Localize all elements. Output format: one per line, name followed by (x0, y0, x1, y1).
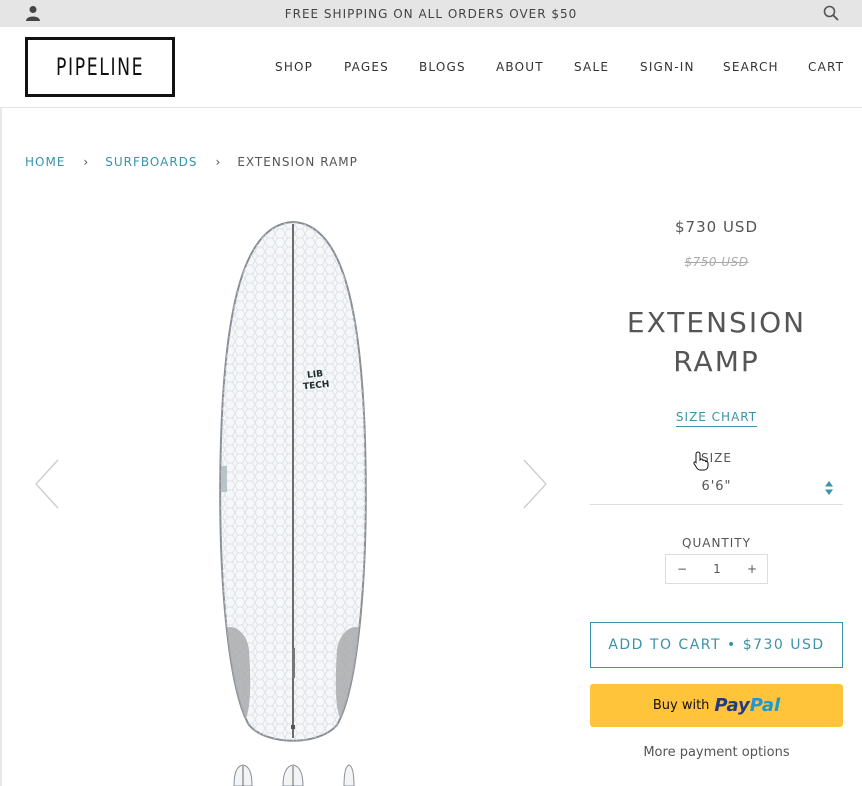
thumbnail-2[interactable] (279, 764, 307, 786)
size-chart-link[interactable]: SIZE CHART (675, 410, 758, 427)
quantity-increase-button[interactable]: + (742, 562, 762, 576)
breadcrumb-surfboards[interactable]: SURFBOARDS (105, 155, 197, 169)
search-icon[interactable] (823, 5, 839, 21)
breadcrumb-separator: › (215, 155, 222, 169)
board-brand-logo: LIB TECH (302, 369, 330, 393)
compare-at-price: $750 USD (684, 255, 749, 269)
paypal-logo-pal: Pal (749, 695, 781, 716)
size-chart-link-wrap: SIZE CHART (590, 406, 843, 427)
add-to-cart-button[interactable]: ADD TO CART • $730 USD (590, 622, 843, 668)
nav-item-cart[interactable]: CART (808, 60, 844, 74)
paypal-buy-with-text: Buy with (652, 698, 710, 713)
header-divider (0, 107, 862, 108)
nav-item-shop[interactable]: SHOP (275, 60, 313, 74)
nav-item-blogs[interactable]: BLOGS (419, 60, 466, 74)
product-image-surfboard[interactable] (215, 220, 371, 744)
quantity-label: QUANTITY (682, 536, 751, 550)
announcement-text: FREE SHIPPING ON ALL ORDERS OVER $50 (284, 7, 578, 21)
hand-pointer-icon (693, 451, 709, 471)
chevron-right-icon[interactable] (522, 459, 548, 509)
paypal-button[interactable]: Buy with PayPal (590, 684, 843, 727)
breadcrumb: HOME › SURFBOARDS › EXTENSION RAMP (25, 155, 358, 169)
nav-item-search[interactable]: SEARCH (723, 60, 779, 74)
paypal-logo: PayPal (714, 695, 780, 716)
nav-item-sale[interactable]: SALE (574, 60, 609, 74)
quantity-decrease-button[interactable]: − (672, 562, 692, 576)
thumbnail-1[interactable] (229, 764, 257, 786)
breadcrumb-current: EXTENSION RAMP (237, 155, 358, 169)
nav-item-sign-in[interactable]: SIGN-IN (640, 60, 695, 74)
nav-item-pages[interactable]: PAGES (344, 60, 389, 74)
chevron-left-icon[interactable] (34, 459, 60, 509)
breadcrumb-separator: › (83, 155, 90, 169)
thumbnail-3[interactable] (335, 764, 363, 786)
nav-item-about[interactable]: ABOUT (496, 60, 544, 74)
breadcrumb-home[interactable]: HOME (25, 155, 65, 169)
quantity-input[interactable]: 1 (697, 562, 737, 576)
viewport-edge (0, 108, 2, 786)
more-payment-options-link[interactable]: More payment options (590, 745, 843, 760)
quantity-stepper: − 1 + (665, 554, 768, 584)
updown-caret-icon (824, 480, 834, 496)
announcement-bar: FREE SHIPPING ON ALL ORDERS OVER $50 (0, 0, 862, 27)
size-select-value: 6'6" (701, 479, 732, 494)
product-price: $730 USD (675, 218, 758, 236)
paypal-logo-pay: Pay (714, 695, 750, 716)
product-title-line-2: RAMP (673, 345, 760, 378)
size-label: SIZE (701, 451, 732, 465)
product-title: EXTENSION RAMP (590, 303, 843, 381)
size-select[interactable]: 6'6" (590, 474, 843, 505)
product-title-line-1: EXTENSION (626, 306, 807, 339)
main-nav: SHOP PAGES BLOGS ABOUT SALE SIGN-IN SEAR… (0, 60, 862, 76)
